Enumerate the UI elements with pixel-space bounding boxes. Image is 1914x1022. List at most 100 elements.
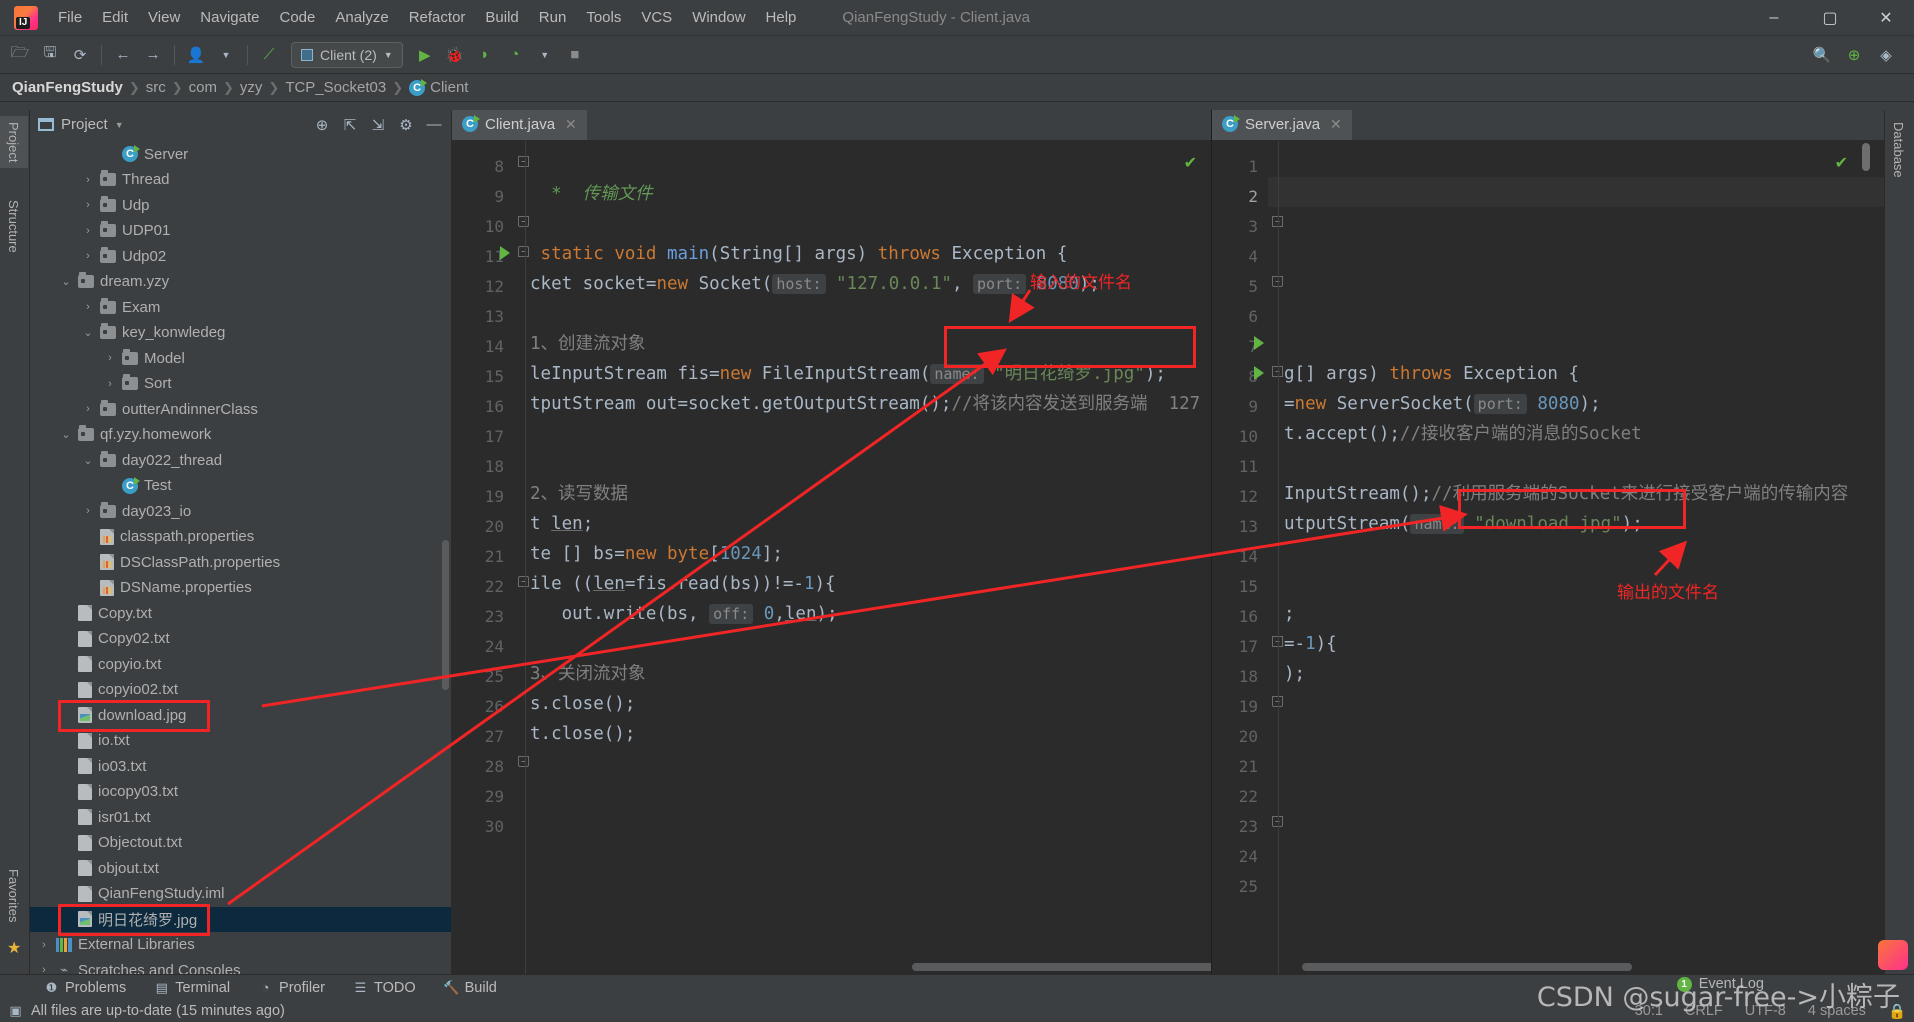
menu-tools[interactable]: Tools (576, 5, 631, 30)
chevron-down-icon[interactable]: ⌄ (60, 428, 72, 441)
chevron-right-icon[interactable]: › (104, 378, 116, 390)
tree-node-16[interactable]: DSClassPath.properties (30, 550, 451, 576)
tree-node-29[interactable]: QianFengStudy.iml (30, 881, 451, 907)
tree-node-15[interactable]: classpath.properties (30, 524, 451, 550)
menu-vcs[interactable]: VCS (631, 5, 682, 30)
tree-node-22[interactable]: download.jpg (30, 703, 451, 729)
menu-analyze[interactable]: Analyze (325, 5, 398, 30)
expand-all-icon[interactable]: ⇱ (341, 116, 359, 134)
code-line[interactable]: ); (1284, 659, 1305, 689)
chevron-right-icon[interactable]: › (38, 939, 50, 951)
code-line[interactable]: InputStream();//利用服务端的Socket来进行接受客户端的传输内… (1284, 479, 1848, 509)
menu-build[interactable]: Build (475, 5, 528, 30)
tree-node-17[interactable]: DSName.properties (30, 575, 451, 601)
code-line[interactable]: ; (1284, 599, 1295, 629)
tree-node-28[interactable]: objout.txt (30, 856, 451, 882)
chevron-right-icon[interactable]: › (82, 505, 94, 517)
inspection-ok-icon[interactable]: ✔ (1184, 153, 1197, 173)
tree-node-3[interactable]: › UDP01 (30, 218, 451, 244)
menu-window[interactable]: Window (682, 5, 755, 30)
minimize-button[interactable]: – (1746, 0, 1802, 36)
tree-node-23[interactable]: io.txt (30, 728, 451, 754)
code-fold-icon[interactable]: − (518, 576, 529, 587)
tab-client-java[interactable]: C Client.java ✕ (452, 110, 587, 140)
stop-icon[interactable]: ■ (561, 41, 589, 69)
forward-icon[interactable]: → (139, 41, 167, 69)
maximize-button[interactable]: ▢ (1802, 0, 1858, 36)
tree-node-7[interactable]: ⌄ key_konwledeg (30, 320, 451, 346)
code-line[interactable]: g[] args) throws Exception { (1284, 359, 1579, 389)
tree-node-4[interactable]: › Udp02 (30, 244, 451, 270)
gutter-run-icon[interactable] (1254, 366, 1264, 380)
open-folder-icon[interactable]: 🗁 (6, 41, 34, 69)
editor-horizontal-scrollbar[interactable] (1302, 963, 1632, 971)
code-line[interactable]: 1、创建流对象 (530, 329, 646, 359)
save-all-icon[interactable]: 🖫 (36, 41, 64, 69)
tool-window-button-project[interactable]: Project (0, 116, 28, 169)
chevron-right-icon[interactable]: › (38, 964, 50, 974)
tool-window-button-database[interactable]: Database (1884, 116, 1913, 184)
chevron-down-icon[interactable]: ▼ (531, 41, 559, 69)
tree-node-18[interactable]: Copy.txt (30, 601, 451, 627)
back-icon[interactable]: ← (109, 41, 137, 69)
menu-refactor[interactable]: Refactor (399, 5, 476, 30)
breadcrumb-item-com[interactable]: com (189, 79, 217, 96)
breadcrumb-item-yzy[interactable]: yzy (240, 79, 263, 96)
tree-node-20[interactable]: copyio.txt (30, 652, 451, 678)
breadcrumb-item-project[interactable]: QianFengStudy (12, 79, 123, 96)
gutter-run-icon[interactable] (500, 246, 510, 260)
code-fold-icon[interactable]: − (518, 756, 529, 767)
project-title[interactable]: Project ▼ (38, 116, 124, 133)
run-coverage-icon[interactable]: ◗ (471, 41, 499, 69)
ide-assistant-icon[interactable] (1878, 940, 1908, 970)
tree-node-6[interactable]: › Exam (30, 295, 451, 321)
menu-edit[interactable]: Edit (92, 5, 138, 30)
close-icon[interactable]: ✕ (1330, 116, 1342, 133)
code-fold-icon[interactable]: − (518, 216, 529, 227)
code-line[interactable]: t len; (530, 509, 593, 539)
ide-icon[interactable]: ◈ (1872, 41, 1900, 69)
tab-server-java[interactable]: C Server.java ✕ (1212, 110, 1352, 140)
debug-icon[interactable]: 🐞 (441, 41, 469, 69)
tree-node-0[interactable]: C Server (30, 142, 451, 168)
breadcrumb-item-package[interactable]: TCP_Socket03 (285, 79, 386, 96)
chevron-down-icon[interactable]: ⌄ (60, 275, 72, 288)
run-icon[interactable]: ▶ (411, 41, 439, 69)
tree-node-30[interactable]: 明日花绮罗.jpg (30, 906, 451, 933)
menu-view[interactable]: View (138, 5, 190, 30)
menu-code[interactable]: Code (269, 5, 325, 30)
tree-node-14[interactable]: › day023_io (30, 499, 451, 525)
chevron-right-icon[interactable]: › (82, 199, 94, 211)
make-project-icon[interactable]: ⟋ (255, 41, 283, 69)
code-line[interactable]: leInputStream fis=new FileInputStream(na… (530, 359, 1166, 389)
menu-file[interactable]: File (48, 5, 92, 30)
menu-run[interactable]: Run (529, 5, 577, 30)
code-line[interactable]: =new ServerSocket(port: 8080); (1284, 389, 1601, 419)
tree-node-12[interactable]: ⌄ day022_thread (30, 448, 451, 474)
tree-node-24[interactable]: io03.txt (30, 754, 451, 780)
editor-vertical-scrollbar[interactable] (1862, 143, 1870, 171)
tree-node-32[interactable]: › ⌁ Scratches and Consoles (30, 958, 451, 974)
tree-node-25[interactable]: iocopy03.txt (30, 779, 451, 805)
tree-node-5[interactable]: ⌄ dream.yzy (30, 269, 451, 295)
tree-node-9[interactable]: › Sort (30, 371, 451, 397)
inspection-ok-icon[interactable]: ✔ (1835, 153, 1848, 173)
chevron-down-icon[interactable]: ⌄ (82, 326, 94, 339)
tree-node-19[interactable]: Copy02.txt (30, 626, 451, 652)
tool-window-button-todo[interactable]: ☰ TODO (339, 980, 430, 996)
tree-node-8[interactable]: › Model (30, 346, 451, 372)
sync-icon[interactable]: ⟳ (66, 41, 94, 69)
tool-window-button-problems[interactable]: ❶ Problems (30, 980, 140, 996)
code-line[interactable]: ile ((len=fis.read(bs))!=-1){ (530, 569, 836, 599)
breadcrumb-item-src[interactable]: src (146, 79, 166, 96)
project-tree[interactable]: C Server › Thread › Udp › UDP01 › Udp02 ⌄ dream.yzy… (30, 139, 451, 974)
tree-node-2[interactable]: › Udp (30, 193, 451, 219)
code-fold-icon[interactable]: − (518, 246, 529, 257)
code-line[interactable]: 3、关闭流对象 (530, 659, 646, 689)
editor-body-server[interactable]: 123−45−678−g[] args) throws Exception {9… (1212, 141, 1884, 974)
code-line[interactable]: cket socket=new Socket(host: "127.0.0.1"… (530, 269, 1100, 299)
code-line[interactable]: s.close(); (530, 689, 635, 719)
tree-node-27[interactable]: Objectout.txt (30, 830, 451, 856)
star-icon[interactable]: ★ (7, 938, 21, 958)
breadcrumb-item-class[interactable]: C Client (409, 78, 468, 96)
